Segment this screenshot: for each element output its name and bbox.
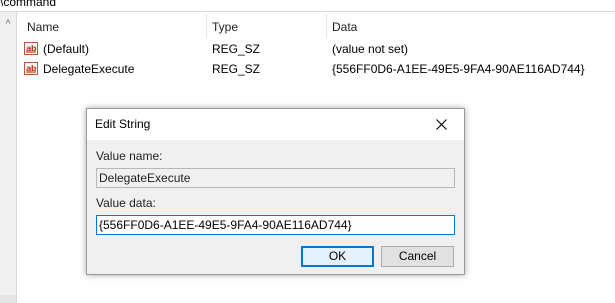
value-data-label: Value data: [96,196,156,210]
value-name-field: DelegateExecute [96,168,455,188]
value-data-input[interactable]: {556FF0D6-A1EE-49E5-9FA4-90AE116AD744} [96,215,455,235]
edit-string-dialog: Edit String Value name: DelegateExecute … [86,108,465,275]
cancel-button[interactable]: Cancel [381,246,454,267]
list-item[interactable]: ab (Default) REG_SZ (value not set) [20,39,615,59]
list-item[interactable]: ab DelegateExecute REG_SZ {556FF0D6-A1EE… [20,59,615,79]
close-button[interactable] [420,109,464,140]
value-name-label: Value name: [96,149,163,163]
string-value-icon: ab [24,62,38,75]
column-divider[interactable] [206,14,207,38]
column-header-name[interactable]: Name [27,12,59,38]
tree-scrollbar-track[interactable] [0,295,16,303]
scroll-up-icon[interactable]: ^ [3,20,13,30]
column-header-type[interactable]: Type [212,12,238,38]
list-header: Name Type Data [20,12,615,38]
value-type: REG_SZ [212,42,261,56]
tree-pane[interactable]: ^ [0,12,17,303]
dialog-title: Edit String [95,117,151,131]
ok-button[interactable]: OK [301,246,374,267]
address-bar[interactable]: \command [0,0,615,12]
column-divider[interactable] [326,14,327,38]
value-name: (Default) [43,42,90,56]
address-path: \command [0,0,57,9]
close-icon [436,119,447,130]
dialog-titlebar[interactable]: Edit String [87,109,464,140]
value-type: REG_SZ [212,62,261,76]
value-data: (value not set) [332,42,409,56]
value-data: {556FF0D6-A1EE-49E5-9FA4-90AE116AD744} [332,62,585,76]
column-header-data[interactable]: Data [332,12,357,38]
string-value-icon: ab [24,42,38,55]
value-name: DelegateExecute [43,62,135,76]
